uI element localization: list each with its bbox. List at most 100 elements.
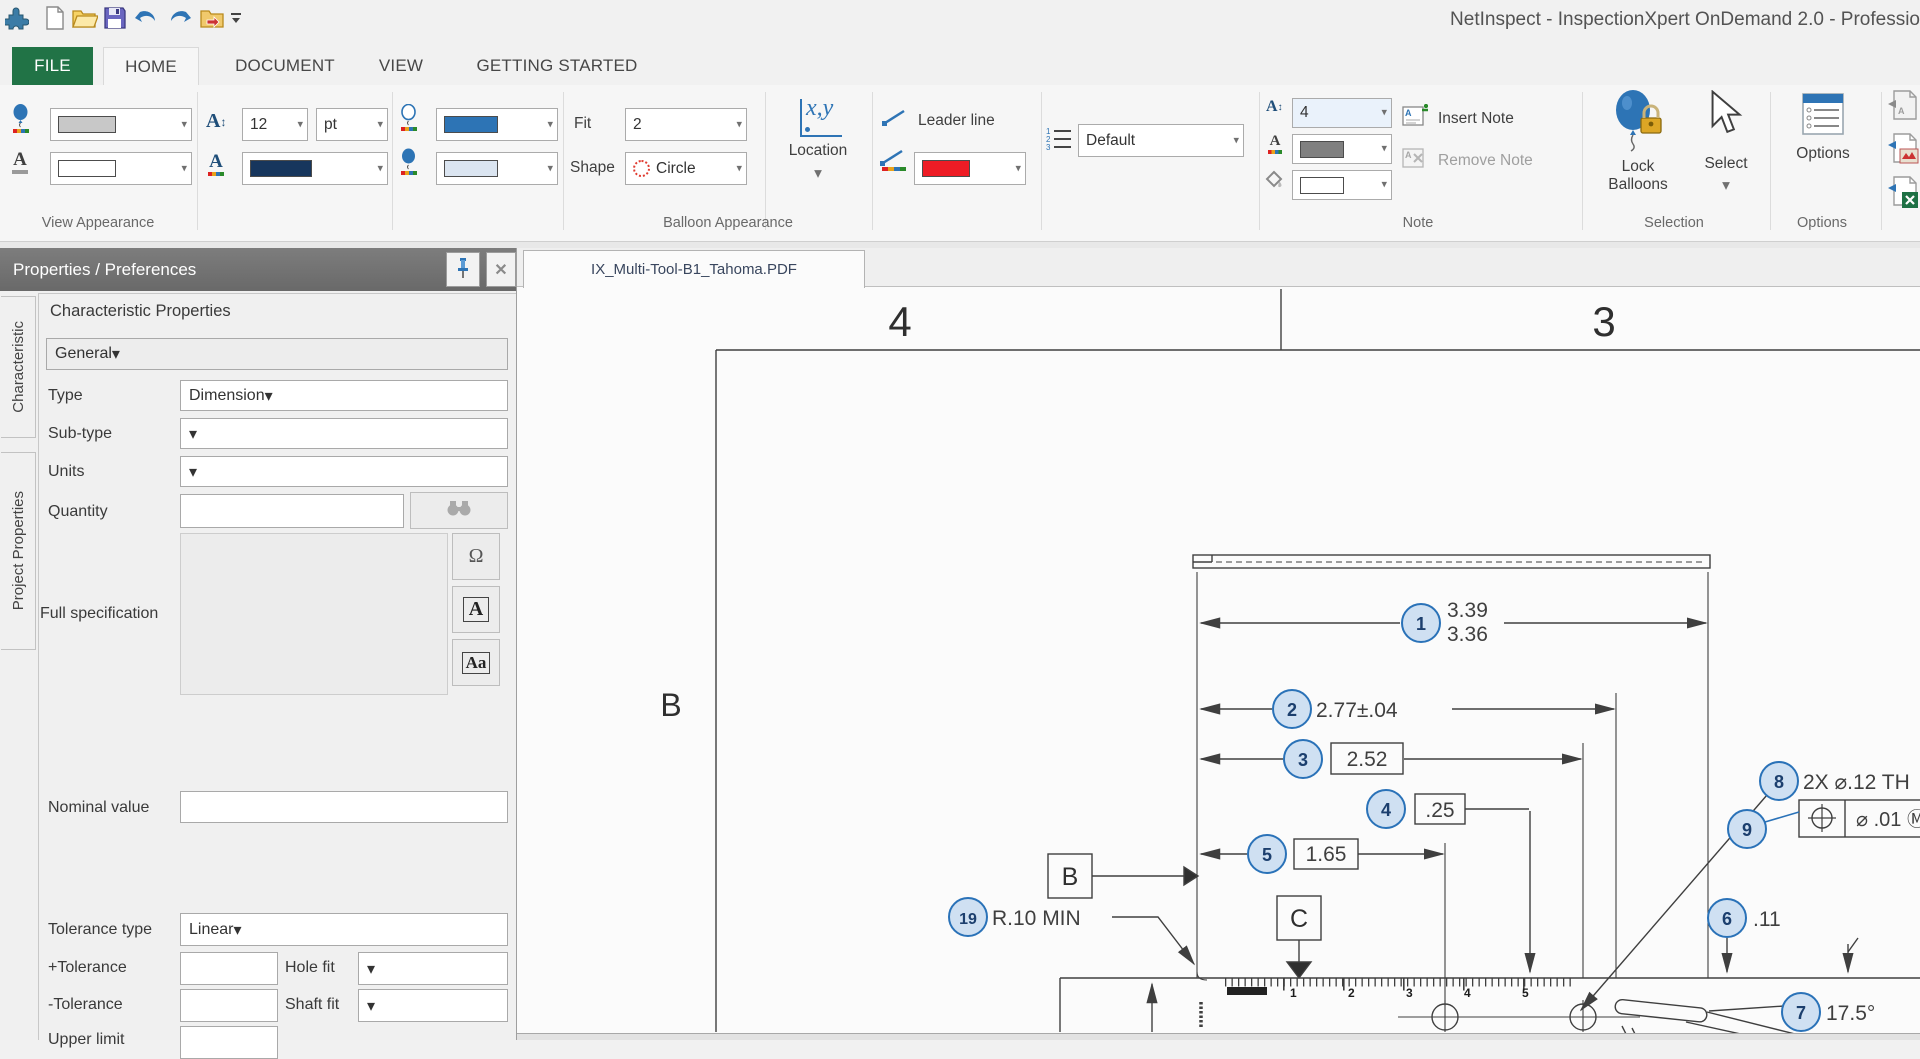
- lock-balloons-label-2: Balloons: [1608, 176, 1667, 194]
- group-label-balloon-appearance: Balloon Appearance: [663, 215, 793, 231]
- balloon-6[interactable]: 6: [1708, 899, 1746, 937]
- balloon-font-color-combo[interactable]: [242, 152, 388, 185]
- options-button[interactable]: Options: [1790, 92, 1856, 188]
- plus-tol-label: +Tolerance: [48, 959, 127, 977]
- save-icon[interactable]: [100, 3, 130, 33]
- horizontal-scrollbar[interactable]: [517, 1033, 1920, 1040]
- datum-c-label[interactable]: C: [1290, 905, 1308, 933]
- balloon-style-combo[interactable]: Default: [1078, 124, 1244, 157]
- tab-home[interactable]: HOME: [103, 47, 199, 86]
- dim-text-1.65[interactable]: 1.65: [1306, 843, 1347, 866]
- dim-text-.25[interactable]: .25: [1425, 799, 1454, 822]
- remove-note-icon: A: [1402, 146, 1430, 170]
- minus-tolerance-input[interactable]: [180, 989, 278, 1022]
- note-fill-combo[interactable]: [1292, 170, 1392, 200]
- dim-text-2.52[interactable]: 2.52: [1347, 748, 1388, 771]
- symbol-omega-button[interactable]: Ω: [452, 533, 500, 580]
- balloon-font-size-combo[interactable]: 12: [242, 108, 308, 141]
- dim-text-3.36[interactable]: 3.36: [1447, 623, 1488, 646]
- dim-text-3.39[interactable]: 3.39: [1447, 599, 1488, 622]
- nominal-input[interactable]: [180, 791, 508, 823]
- omega-icon: Ω: [469, 545, 484, 568]
- tab-getting-started[interactable]: GETTING STARTED: [466, 47, 648, 85]
- side-tab-project-properties[interactable]: Project Properties: [1, 452, 36, 650]
- tab-document[interactable]: DOCUMENT: [225, 47, 345, 85]
- note-fill-icon: [1264, 170, 1284, 190]
- note-size-combo[interactable]: 4: [1292, 98, 1392, 128]
- balloon-5[interactable]: 5: [1248, 835, 1286, 873]
- quantity-search-button[interactable]: [410, 492, 508, 529]
- side-tab-characteristic[interactable]: Characteristic: [1, 296, 36, 438]
- technical-drawing[interactable]: 4 3 B 3.39 3.36 2.77±.04 2.52 .25 1.65 .…: [517, 287, 1920, 1033]
- view-balloon-color-combo[interactable]: [50, 108, 192, 141]
- balloon-border-color-combo[interactable]: [436, 108, 558, 141]
- document-tab[interactable]: IX_Multi-Tool-B1_Tahoma.PDF: [523, 250, 865, 288]
- shape-combo[interactable]: Circle: [625, 152, 747, 185]
- pin-panel-button[interactable]: [446, 252, 480, 287]
- qat-more-icon[interactable]: [228, 3, 244, 33]
- balloon-style-value: Default: [1086, 132, 1135, 150]
- tab-view[interactable]: VIEW: [368, 47, 434, 85]
- full-spec-textarea[interactable]: [180, 533, 448, 695]
- tolerance-type-combo[interactable]: Linear: [180, 913, 508, 946]
- new-document-icon[interactable]: [40, 3, 70, 33]
- plus-tolerance-input[interactable]: [180, 952, 278, 985]
- category-combo[interactable]: General: [46, 338, 508, 370]
- balloon-4[interactable]: 4: [1367, 790, 1405, 828]
- view-text-color-combo[interactable]: [50, 152, 192, 185]
- leader-line-label[interactable]: Leader line: [918, 112, 995, 130]
- balloon-19[interactable]: 19: [949, 898, 987, 936]
- chevron-down-icon: [814, 164, 822, 183]
- quantity-input[interactable]: [180, 494, 404, 528]
- close-icon: ✕: [494, 260, 507, 280]
- dim-text-2.77[interactable]: 2.77±.04: [1316, 699, 1398, 722]
- tab-file[interactable]: FILE: [12, 47, 93, 85]
- lock-balloons-button[interactable]: Lock Balloons: [1596, 90, 1680, 202]
- dim-text-r10min[interactable]: R.10 MIN: [992, 907, 1081, 930]
- balloon-1[interactable]: 1: [1402, 604, 1440, 642]
- note-color-combo[interactable]: [1292, 134, 1392, 164]
- undo-icon[interactable]: [132, 3, 162, 33]
- balloon-8[interactable]: 8: [1760, 762, 1798, 800]
- datum-b-label[interactable]: B: [1062, 863, 1079, 891]
- subtype-combo[interactable]: [180, 418, 508, 449]
- dim-text-17.5[interactable]: 17.5°: [1826, 1002, 1875, 1025]
- svg-text:3: 3: [1298, 750, 1308, 770]
- svg-text:9: 9: [1742, 820, 1752, 840]
- export-report-icon[interactable]: [1886, 133, 1920, 169]
- upper-limit-input[interactable]: [180, 1026, 278, 1059]
- units-combo[interactable]: [180, 456, 508, 487]
- shaft-fit-combo[interactable]: [358, 989, 508, 1022]
- balloon-3[interactable]: 3: [1284, 740, 1322, 778]
- dim-text-2x-dia[interactable]: 2X ⌀.12 TH: [1803, 771, 1910, 794]
- balloon-9[interactable]: 9: [1728, 810, 1766, 848]
- font-format-button[interactable]: A: [452, 586, 500, 633]
- ruler-number-2: 2: [1348, 986, 1355, 1000]
- svg-text:4: 4: [1381, 800, 1391, 820]
- insert-note-button[interactable]: Insert Note: [1438, 110, 1514, 128]
- dim-text-.11[interactable]: .11: [1753, 908, 1781, 931]
- export-excel-icon[interactable]: [1886, 176, 1920, 212]
- location-button[interactable]: x,y Location: [772, 95, 864, 195]
- type-combo[interactable]: Dimension: [180, 380, 508, 411]
- balloon-2[interactable]: 2: [1273, 690, 1311, 728]
- balloon-fill-color-combo[interactable]: [436, 152, 558, 185]
- redo-icon[interactable]: [164, 3, 194, 33]
- hole-fit-combo[interactable]: [358, 952, 508, 985]
- open-folder-icon[interactable]: [70, 3, 100, 33]
- numbered-list-icon: 123: [1046, 126, 1072, 152]
- balloon-7[interactable]: 7: [1782, 993, 1820, 1031]
- fcf-text[interactable]: ⌀ .01 Ⓜ: [1856, 808, 1920, 831]
- window-title: NetInspect - InspectionXpert OnDemand 2.…: [1450, 9, 1920, 31]
- chevron-down-icon: [189, 462, 197, 482]
- balloon-font-unit-combo[interactable]: pt: [316, 108, 388, 141]
- document-tab-title: IX_Multi-Tool-B1_Tahoma.PDF: [591, 261, 797, 278]
- case-format-button[interactable]: Aa: [452, 639, 500, 686]
- close-panel-button[interactable]: ✕: [486, 252, 516, 287]
- svg-text:19: 19: [959, 911, 977, 928]
- fit-combo[interactable]: 2: [625, 108, 747, 141]
- leader-color-combo[interactable]: [914, 152, 1026, 185]
- export-pdf-icon[interactable]: A: [1886, 90, 1920, 126]
- select-button[interactable]: Select: [1690, 90, 1762, 202]
- export-folder-icon[interactable]: [197, 3, 227, 33]
